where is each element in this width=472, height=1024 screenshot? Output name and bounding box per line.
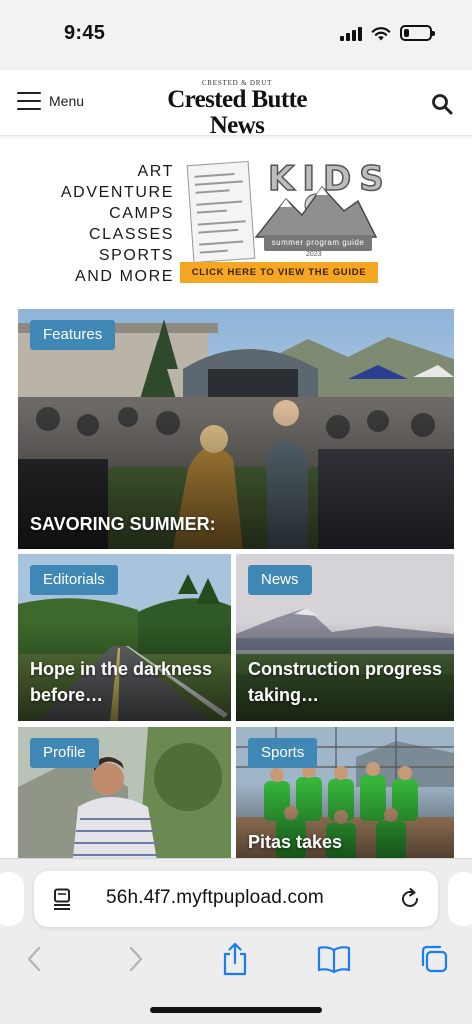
article-title-text: Construction progress taking… xyxy=(248,659,443,705)
ad-line: ART xyxy=(137,163,174,180)
menu-label: Menu xyxy=(49,93,85,109)
page-menu-icon[interactable] xyxy=(52,888,72,910)
article-card-profile[interactable]: Profile xyxy=(18,727,231,867)
battery-level xyxy=(404,29,409,37)
ad-line: ADVENTURE xyxy=(60,184,174,201)
article-card-features[interactable]: Features SAVORING SUMMER: xyxy=(18,309,454,549)
url-text[interactable]: 56h.4f7.myftpupload.com xyxy=(106,887,324,909)
ad-text-lines: ART ADVENTURE CAMPS CLASSES SPORTS AND M… xyxy=(50,161,174,287)
hamburger-icon xyxy=(17,92,41,110)
mobile-browser-page: 9:45 Menu CRESTED & DRUT Crested Butte N… xyxy=(0,0,472,1024)
kids-program-ad[interactable]: ART ADVENTURE CAMPS CLASSES SPORTS AND M… xyxy=(50,155,385,287)
article-card-sports[interactable]: Sports Pitas takes xyxy=(236,727,454,867)
article-title-text: Hope in the darkness before… xyxy=(30,659,213,705)
ad-guide-label: summer program guide xyxy=(264,235,372,251)
article-card-editorials[interactable]: Editorials Hope in the darkness before… xyxy=(18,554,231,721)
ad-line: AND MORE xyxy=(74,268,174,285)
forward-button[interactable] xyxy=(116,941,156,977)
article-title[interactable]: SAVORING SUMMER: xyxy=(30,511,444,537)
tabs-icon xyxy=(421,945,448,973)
share-icon xyxy=(223,942,247,976)
next-tab-peek[interactable] xyxy=(448,872,472,926)
category-badge[interactable]: Sports xyxy=(248,738,318,768)
forward-icon xyxy=(129,946,143,972)
ad-line: SPORTS xyxy=(98,247,174,264)
ad-line: CAMPS xyxy=(109,205,174,222)
article-title[interactable]: Hope in the darkness before… xyxy=(30,656,221,708)
browser-toolbar: 56h.4f7.myftpupload.com xyxy=(0,858,472,1024)
ad-kids-graphic: KIDS summer program guide 2023 xyxy=(250,158,384,261)
status-bar: 9:45 xyxy=(0,0,472,70)
previous-tab-peek[interactable] xyxy=(0,872,24,926)
article-title[interactable]: Construction progress taking… xyxy=(248,656,444,708)
status-time: 9:45 xyxy=(64,22,106,44)
home-indicator[interactable] xyxy=(150,1007,322,1013)
tabs-button[interactable] xyxy=(414,941,454,977)
browser-nav-row xyxy=(0,941,472,981)
ad-line: CLASSES xyxy=(88,226,174,243)
search-icon[interactable] xyxy=(431,93,453,115)
share-button[interactable] xyxy=(215,941,255,977)
site-header: Menu CRESTED & DRUT Crested Butte News xyxy=(0,70,472,139)
logo-title: Crested Butte News xyxy=(167,86,307,139)
menu-button[interactable]: Menu xyxy=(17,92,84,110)
reload-icon[interactable] xyxy=(398,887,422,911)
ad-kids-title: KIDS xyxy=(267,158,392,200)
category-badge[interactable]: Features xyxy=(30,320,116,350)
site-logo[interactable]: CRESTED & DRUT Crested Butte News xyxy=(141,79,333,139)
article-card-news[interactable]: News Construction progress taking… xyxy=(236,554,454,721)
back-icon xyxy=(27,946,41,972)
status-icons xyxy=(340,25,435,41)
back-button[interactable] xyxy=(14,941,54,977)
article-title[interactable]: Pitas takes xyxy=(248,829,444,855)
category-badge[interactable]: Editorials xyxy=(30,565,118,595)
ad-year: 2023 xyxy=(306,251,322,258)
battery-icon xyxy=(400,25,435,41)
view-guide-button[interactable]: CLICK HERE TO VIEW THE GUIDE xyxy=(180,262,378,283)
address-bar[interactable]: 56h.4f7.myftpupload.com xyxy=(34,871,438,927)
bookmarks-icon xyxy=(317,946,351,973)
wifi-icon xyxy=(371,26,391,40)
bookmarks-button[interactable] xyxy=(314,941,354,977)
ad-flyer-image xyxy=(186,160,256,264)
cellular-signal-icon xyxy=(340,26,362,41)
category-badge[interactable]: Profile xyxy=(30,738,99,768)
category-badge[interactable]: News xyxy=(248,565,312,595)
